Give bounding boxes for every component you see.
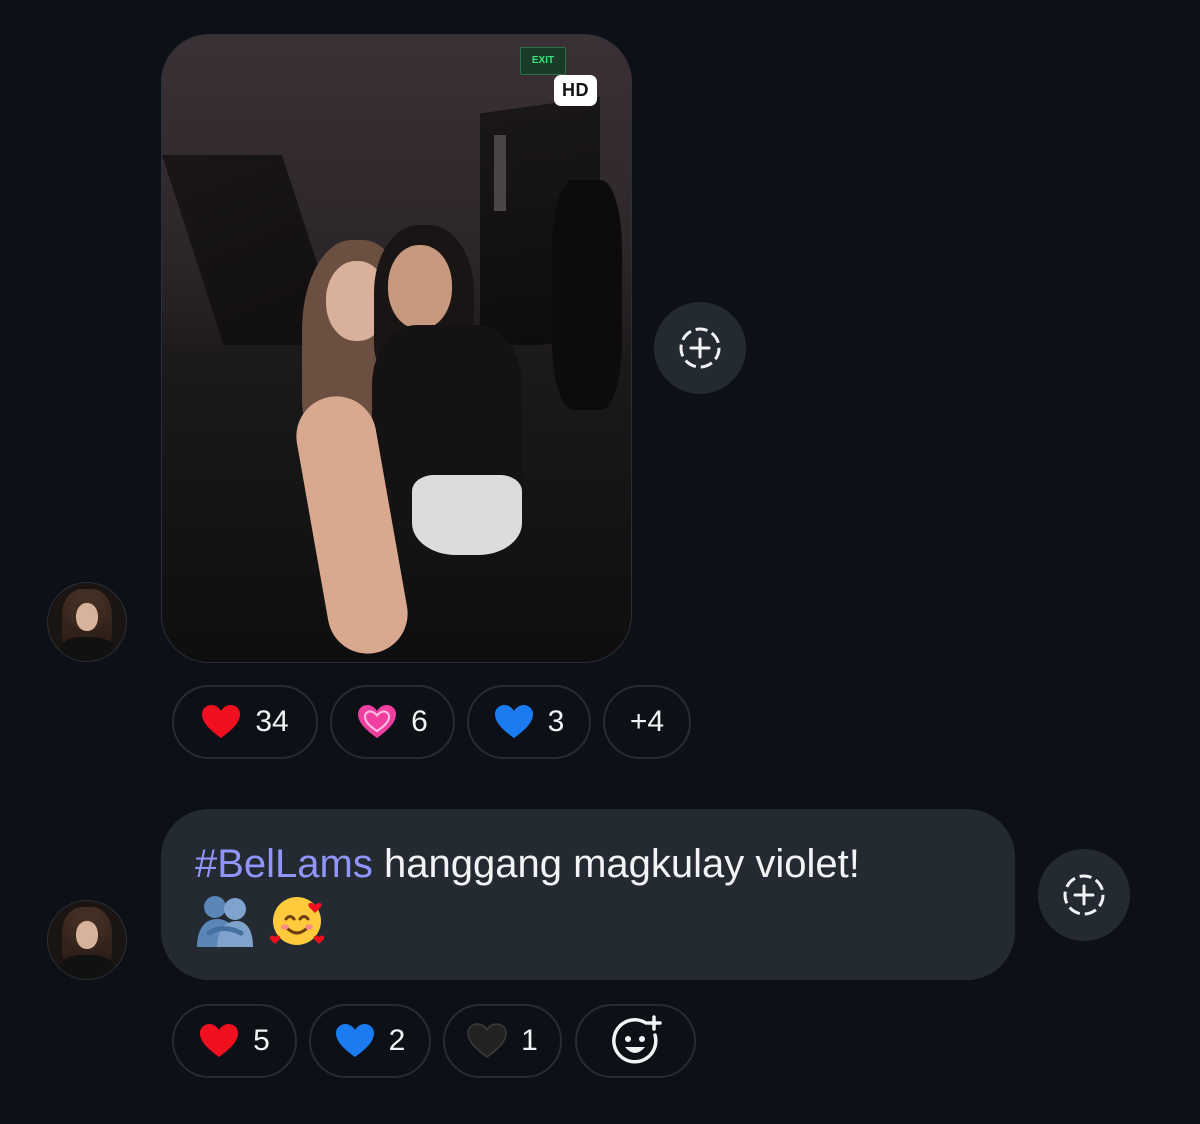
reaction-count: 5 — [253, 1024, 270, 1057]
reaction-count: 2 — [388, 1024, 406, 1057]
hashtag-link[interactable]: #BelLams — [195, 842, 373, 886]
reaction-count: 6 — [411, 705, 428, 738]
blue-heart-icon — [335, 1023, 375, 1059]
reaction-count: 1 — [521, 1024, 538, 1057]
add-reaction-button[interactable] — [575, 1004, 696, 1078]
message-emojis — [195, 893, 981, 949]
sender-avatar[interactable] — [47, 900, 127, 980]
exit-sign: EXIT — [520, 47, 566, 75]
sender-avatar[interactable] — [47, 582, 127, 662]
hd-badge[interactable]: HD — [554, 75, 597, 106]
reaction-blue-heart[interactable]: 3 — [467, 685, 591, 759]
more-reactions-count: +4 — [629, 705, 665, 738]
dashed-circle-plus-icon — [1063, 874, 1105, 916]
smiling-face-with-hearts-icon — [269, 897, 325, 945]
message-text-bubble[interactable]: #BelLams hanggang magkulay violet! — [161, 809, 1015, 980]
red-heart-icon — [199, 1023, 239, 1059]
message-body: hanggang magkulay violet! — [372, 842, 860, 886]
reaction-red-heart[interactable]: 5 — [172, 1004, 297, 1078]
black-heart-icon — [467, 1023, 507, 1059]
share-to-story-button[interactable] — [1038, 849, 1130, 941]
more-reactions-button[interactable]: +4 — [603, 685, 691, 759]
people-hugging-icon — [197, 896, 253, 947]
reaction-pink-heart[interactable]: 6 — [330, 685, 455, 759]
share-to-story-button[interactable] — [654, 302, 746, 394]
reaction-count: 3 — [547, 705, 565, 738]
message-photo[interactable]: EXIT HD — [161, 34, 632, 663]
reaction-red-heart[interactable]: 34 — [172, 685, 318, 759]
smiley-plus-icon — [611, 1015, 662, 1064]
message-text: #BelLams hanggang magkulay violet! — [195, 837, 981, 891]
reaction-black-heart[interactable]: 1 — [443, 1004, 562, 1078]
pink-heart-icon — [357, 704, 397, 740]
reaction-blue-heart[interactable]: 2 — [309, 1004, 431, 1078]
blue-heart-icon — [494, 704, 534, 740]
chat-thread: EXIT HD 34 6 3 +4 #BelLams hanggang magk… — [0, 0, 1200, 1124]
red-heart-icon — [201, 704, 241, 740]
dashed-circle-plus-icon — [679, 327, 721, 369]
reaction-count: 34 — [255, 705, 289, 738]
